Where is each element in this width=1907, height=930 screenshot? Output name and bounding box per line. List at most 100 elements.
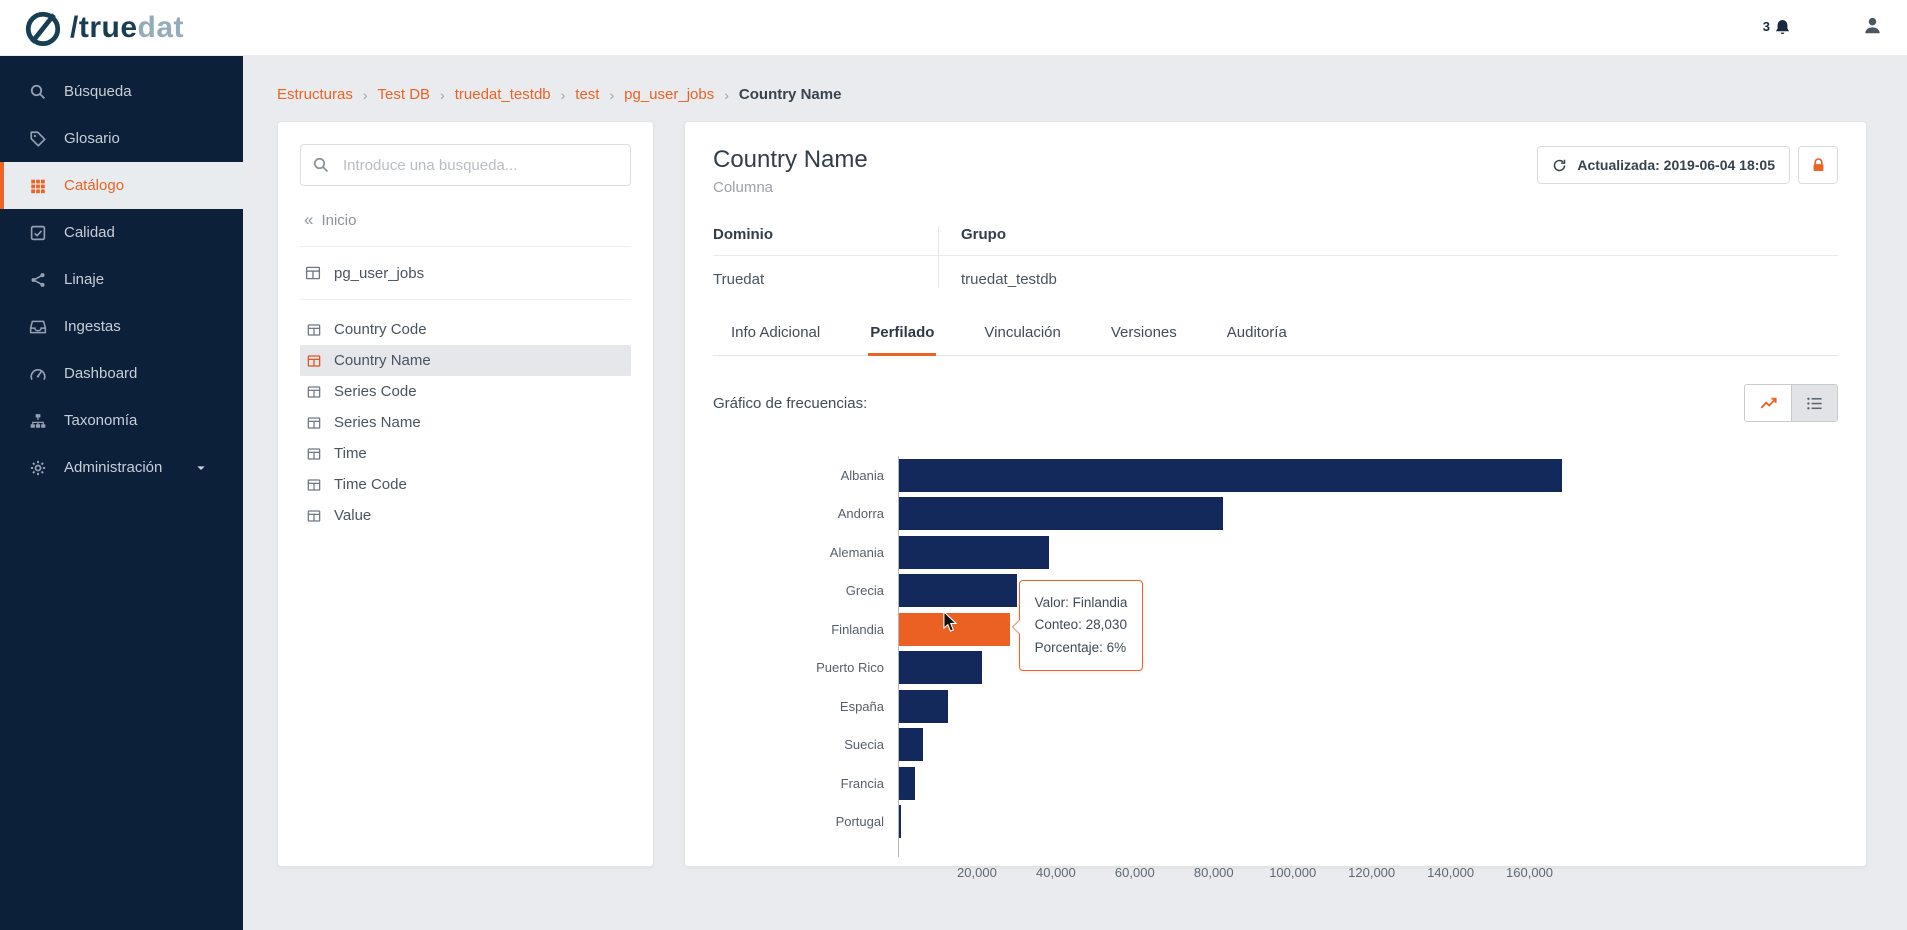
refresh-icon xyxy=(1552,158,1567,173)
chart-bar-francia[interactable] xyxy=(899,766,915,800)
sidebar-item-label: Administración xyxy=(64,459,163,476)
share-icon xyxy=(28,271,48,289)
chart-bar-puerto-rico[interactable] xyxy=(899,651,982,685)
detail-tabs: Info Adicional Perfilado Vinculación Versio… xyxy=(713,324,1838,356)
parent-structure-item[interactable]: pg_user_jobs xyxy=(300,247,631,300)
chart-tooltip: Valor: Finlandia Conteo: 28,030 Porcentaje… xyxy=(1011,580,1144,671)
chart-bar-row xyxy=(899,764,1569,803)
column-item-value[interactable]: Value xyxy=(300,500,631,531)
breadcrumb-separator: › xyxy=(362,86,368,103)
chart-bar-suecia[interactable] xyxy=(899,728,923,762)
notifications-button[interactable]: 3 xyxy=(1763,18,1792,37)
search-input[interactable] xyxy=(300,144,631,186)
columns-icon xyxy=(306,322,322,338)
tab-vinculacion[interactable]: Vinculación xyxy=(982,324,1062,355)
chart-category-label: Albania xyxy=(840,467,884,483)
chart-bar-albania[interactable] xyxy=(899,458,1563,492)
breadcrumb-link-estructuras[interactable]: Estructuras xyxy=(277,86,353,103)
chart-bar-andorra[interactable] xyxy=(899,497,1223,531)
breadcrumb-link-test-db[interactable]: Test DB xyxy=(378,86,431,103)
chart-bar-grecia[interactable] xyxy=(899,574,1018,608)
sidebar-item-taxonomia[interactable]: Taxonomía xyxy=(0,397,243,444)
sidebar-item-catalogo[interactable]: Catálogo xyxy=(0,162,243,209)
sidebar-item-label: Linaje xyxy=(64,271,105,288)
tooltip-line: Porcentaje: 6% xyxy=(1034,639,1127,655)
chart-category-label: Finlandia xyxy=(831,621,884,637)
frequency-chart-label: Gráfico de frecuencias: xyxy=(713,394,868,412)
breadcrumb: Estructuras › Test DB › truedat_testdb › test ›… xyxy=(277,86,1907,103)
chart-bar-row xyxy=(899,726,1569,765)
back-to-home-link[interactable]: « Inicio xyxy=(300,210,631,247)
column-item-country-name[interactable]: Country Name xyxy=(300,345,631,376)
sidebar-item-glosario[interactable]: Glosario xyxy=(0,115,243,162)
sidebar-item-ingestas[interactable]: Ingestas xyxy=(0,303,243,350)
columns-icon xyxy=(306,446,322,462)
column-item-label: Country Code xyxy=(334,321,427,338)
chart-category-label: Alemania xyxy=(829,544,884,560)
columns-icon xyxy=(306,353,322,369)
page-title: Country Name xyxy=(713,146,868,173)
sidebar-item-label: Dashboard xyxy=(64,365,138,382)
columns-icon xyxy=(306,508,322,524)
structure-type-label: Columna xyxy=(713,179,774,196)
chart-view-toggle[interactable] xyxy=(1745,385,1791,421)
sidebar-item-label: Catálogo xyxy=(64,177,125,194)
x-tick-label: 80,000 xyxy=(1193,865,1234,880)
chart-bar-alemania[interactable] xyxy=(899,535,1049,569)
column-item-label: Value xyxy=(334,507,372,524)
sidebar-item-calidad[interactable]: Calidad xyxy=(0,209,243,256)
chart-bar-espana[interactable] xyxy=(899,689,949,723)
list-icon xyxy=(1805,394,1824,413)
column-item-series-code[interactable]: Series Code xyxy=(300,376,631,407)
column-item-time[interactable]: Time xyxy=(300,438,631,469)
list-view-toggle[interactable] xyxy=(1791,385,1837,421)
sidebar-item-linaje[interactable]: Linaje xyxy=(0,256,243,303)
x-tick-label: 100,000 xyxy=(1269,865,1317,880)
back-label: Inicio xyxy=(321,211,357,229)
x-tick-label: 140,000 xyxy=(1427,865,1475,880)
sidebar-item-dashboard[interactable]: Dashboard xyxy=(0,350,243,397)
tab-versiones[interactable]: Versiones xyxy=(1109,324,1179,355)
column-item-series-name[interactable]: Series Name xyxy=(300,407,631,438)
lock-icon xyxy=(1810,157,1827,174)
mouse-cursor xyxy=(941,610,960,638)
chart-category-label: Andorra xyxy=(837,506,884,522)
breadcrumb-link-test[interactable]: test xyxy=(575,86,599,103)
chevron-double-left-icon: « xyxy=(304,210,314,229)
notification-count: 3 xyxy=(1762,19,1770,34)
column-item-time-code[interactable]: Time Code xyxy=(300,469,631,500)
tab-perfilado[interactable]: Perfilado xyxy=(868,324,937,356)
field-label-dominio: Dominio xyxy=(713,226,938,256)
truedat-logo[interactable]: /truedat xyxy=(24,9,184,47)
structure-explorer-panel: « Inicio pg_user_jobs Country Code Countr… xyxy=(277,121,654,867)
column-item-country-code[interactable]: Country Code xyxy=(300,314,631,345)
sidebar-item-administracion[interactable]: Administración xyxy=(0,444,243,491)
confidential-lock-button[interactable] xyxy=(1798,146,1838,184)
grid-icon xyxy=(28,177,48,195)
chart-category-label: Grecia xyxy=(845,583,884,599)
refresh-updated-button[interactable]: Actualizada: 2019-06-04 18:05 xyxy=(1537,146,1790,184)
chart-bar-row xyxy=(899,649,1569,688)
tag-icon xyxy=(28,130,48,148)
columns-icon xyxy=(306,415,322,431)
x-tick-label: 40,000 xyxy=(1035,865,1076,880)
breadcrumb-link-pg-user-jobs[interactable]: pg_user_jobs xyxy=(624,86,714,103)
brand-secondary: dat xyxy=(137,10,185,44)
chart-category-labels: Albania Andorra Alemania Grecia Finlandia Pue… xyxy=(713,456,898,857)
breadcrumb-separator: › xyxy=(440,86,445,103)
chart-bar-portugal[interactable] xyxy=(899,805,901,839)
tab-info-adicional[interactable]: Info Adicional xyxy=(729,324,822,355)
tab-auditoria[interactable]: Auditoría xyxy=(1225,324,1289,355)
breadcrumb-link-truedat-testdb[interactable]: truedat_testdb xyxy=(455,86,551,103)
sidebar-item-busqueda[interactable]: Búsqueda xyxy=(0,68,243,115)
dashboard-icon xyxy=(28,365,48,383)
sitemap-icon xyxy=(28,412,48,430)
parent-structure-label: pg_user_jobs xyxy=(334,264,425,282)
user-menu-button[interactable] xyxy=(1862,15,1883,41)
x-tick-label: 20,000 xyxy=(957,865,997,880)
check-square-icon xyxy=(28,224,48,242)
x-tick-label: 60,000 xyxy=(1114,865,1155,880)
chart-x-axis-ticks: 20,000 40,000 60,000 80,000 100,000 120,000 14… xyxy=(898,857,1569,883)
column-item-label: Series Name xyxy=(334,414,421,431)
column-item-label: Series Code xyxy=(334,383,417,400)
